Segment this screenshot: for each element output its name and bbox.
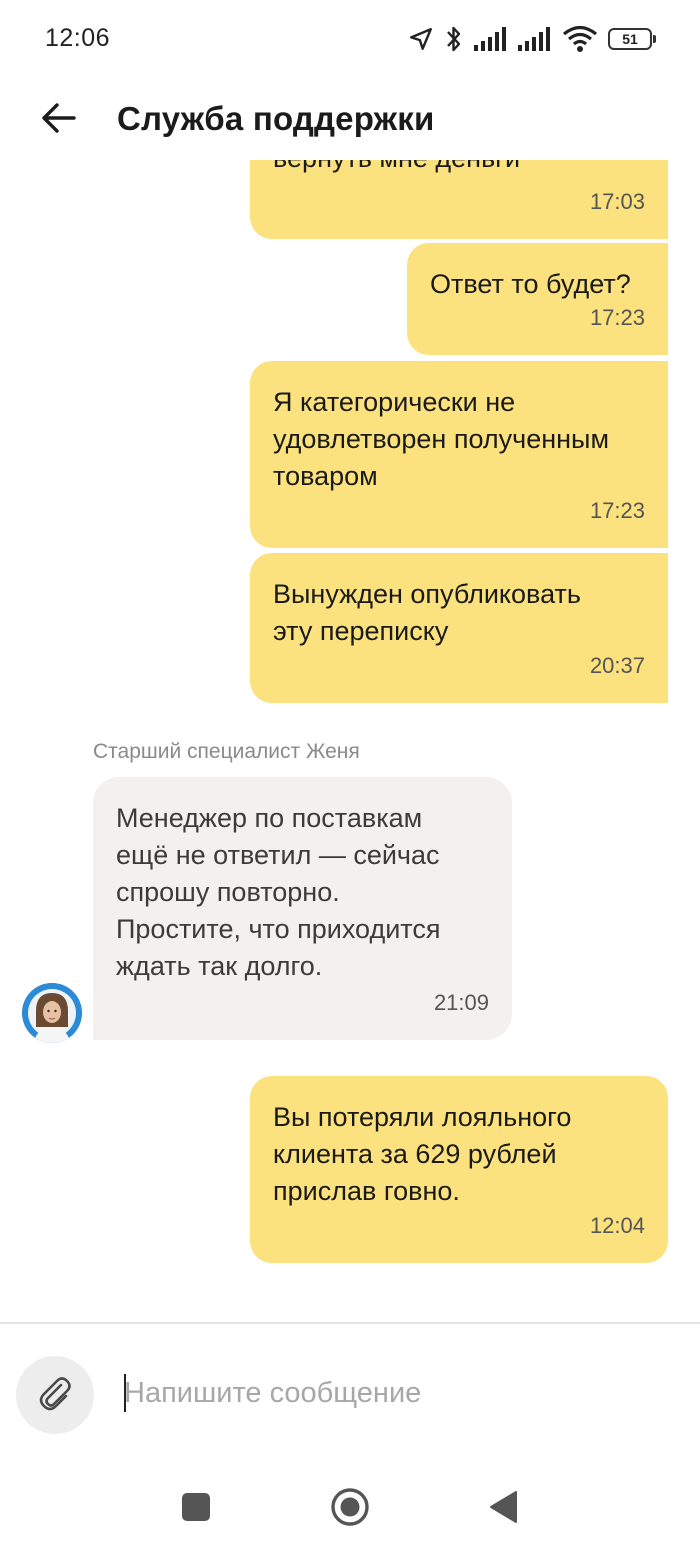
home-circle-icon: [330, 1487, 370, 1532]
agent-photo: [22, 983, 82, 1043]
system-nav-bar: [0, 1462, 700, 1556]
signal-icon: [474, 27, 508, 51]
message-text: Вынужден опубликовать эту переписку: [273, 579, 581, 646]
back-triangle-icon: [488, 1490, 518, 1529]
status-bar: 12:06 51: [0, 0, 700, 80]
outgoing-message[interactable]: Ответ то будет? 17:23: [407, 243, 668, 355]
signal-icon: [518, 27, 552, 51]
message-time: 17:23: [589, 498, 645, 523]
location-icon: [408, 26, 434, 52]
home-button[interactable]: [320, 1484, 380, 1534]
message-input[interactable]: [124, 1368, 664, 1418]
wifi-icon: [562, 25, 598, 53]
outgoing-message[interactable]: Я категорически не удовлетворен полученн…: [250, 361, 668, 548]
recents-square-icon: [181, 1492, 211, 1527]
sender-name: Старший специалист Женя: [93, 740, 360, 763]
attach-button[interactable]: [16, 1356, 94, 1434]
message-time: 20:37: [589, 653, 645, 678]
system-back-button[interactable]: [473, 1484, 533, 1534]
message-time: 12:04: [589, 1213, 645, 1238]
page-title: Служба поддержки: [117, 100, 435, 137]
message-text: вернуть мне деньги: [273, 160, 520, 177]
chat-messages[interactable]: вернуть мне деньги 17:03 Ответ то будет?…: [0, 160, 700, 1322]
message-composer: [0, 1322, 700, 1462]
outgoing-message[interactable]: вернуть мне деньги 17:03: [250, 160, 668, 239]
text-cursor: [124, 1374, 126, 1412]
outgoing-message[interactable]: Вынужден опубликовать эту переписку 20:3…: [250, 553, 668, 703]
message-time: 21:09: [433, 990, 489, 1015]
arrow-left-icon: [40, 102, 76, 139]
back-button[interactable]: [30, 92, 86, 148]
avatar[interactable]: [22, 983, 82, 1043]
outgoing-message[interactable]: Вы потеряли лояльного клиента за 629 руб…: [250, 1076, 668, 1263]
battery-level: 51: [622, 31, 638, 47]
message-text: Менеджер по поставкам ещё не ответил — с…: [116, 803, 441, 981]
chat-header: Служба поддержки: [0, 80, 700, 160]
status-icons: 51: [408, 22, 656, 56]
message-time: 17:03: [589, 189, 645, 214]
paperclip-icon: [35, 1373, 75, 1418]
battery-icon: 51: [608, 28, 656, 50]
message-text: Вы потеряли лояльного клиента за 629 руб…: [273, 1102, 572, 1206]
message-text: Я категорически не удовлетворен полученн…: [273, 387, 610, 491]
message-time: 17:23: [589, 305, 645, 330]
recents-button[interactable]: [166, 1484, 226, 1534]
message-text: Ответ то будет?: [430, 269, 631, 299]
status-time: 12:06: [45, 24, 111, 52]
incoming-message[interactable]: Менеджер по поставкам ещё не ответил — с…: [93, 777, 512, 1040]
bluetooth-icon: [444, 24, 464, 54]
